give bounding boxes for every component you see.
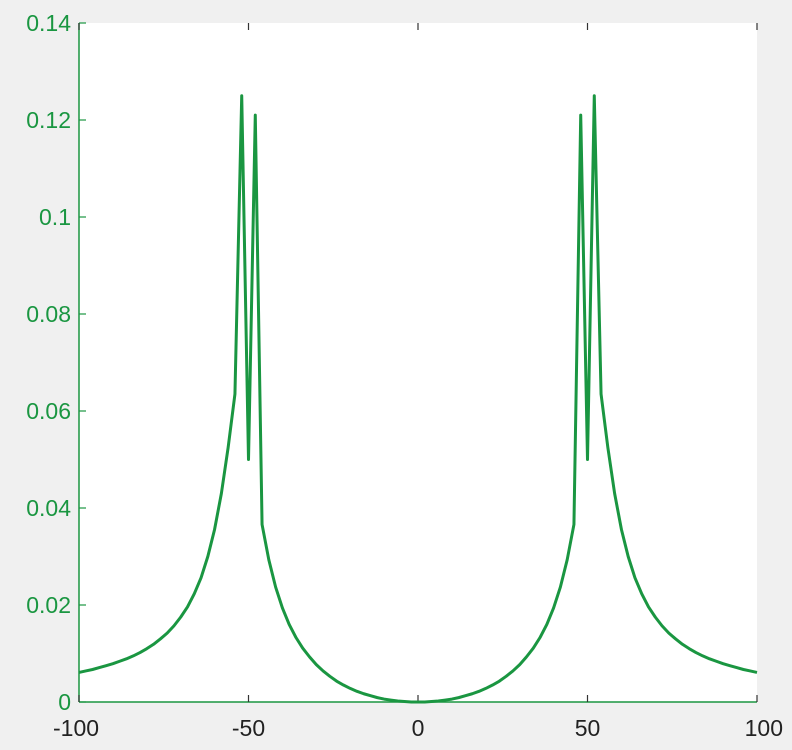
chart: 0 0.02 0.04 0.06 0.08 0.1 0.12 0.14 -100 -50 0 50 10…: [0, 0, 792, 750]
y-tick-label: 0.08: [26, 301, 71, 327]
x-tick-label: -100: [53, 715, 99, 741]
x-tick-label: -50: [232, 715, 265, 741]
x-tick-label: 0: [412, 715, 425, 741]
y-tick-label: 0: [58, 689, 71, 715]
y-tick-label: 0.12: [26, 107, 71, 133]
y-tick-label: 0.1: [39, 204, 71, 230]
plot-area: [79, 23, 757, 702]
y-tick-label: 0.02: [26, 592, 71, 618]
x-tick-label: 50: [575, 715, 601, 741]
y-tick-label: 0.04: [26, 495, 71, 521]
x-tick-label: 100: [745, 715, 783, 741]
y-tick-label: 0.06: [26, 398, 71, 424]
y-tick-label: 0.14: [26, 10, 71, 36]
